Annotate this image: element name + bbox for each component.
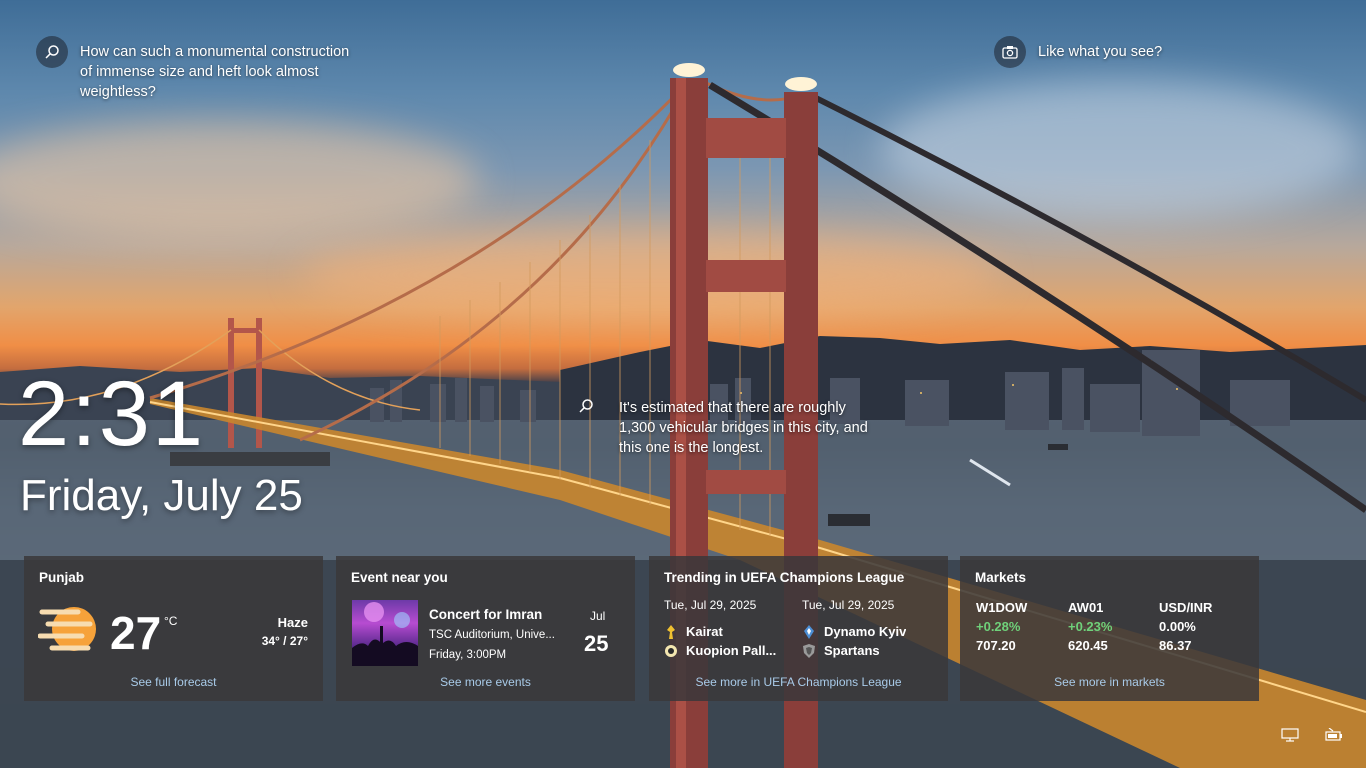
match-team: Kairat — [664, 622, 794, 641]
kuopion-badge-icon — [665, 644, 677, 657]
markets-card[interactable]: Markets W1DOW +0.28% 707.20 AW01 +0.23% … — [960, 556, 1259, 701]
market-item-w1dow[interactable]: W1DOW +0.28% 707.20 — [976, 598, 1027, 655]
lock-time: 2:31 — [18, 363, 206, 465]
spotlight-question[interactable]: How can such a monumental construction o… — [36, 36, 356, 102]
weather-card[interactable]: Punjab 27 °C Haze 34° / 27° See full for… — [24, 556, 323, 701]
market-value: 86.37 — [1159, 638, 1192, 653]
camera-icon — [994, 36, 1026, 68]
haze-sun-icon — [37, 602, 100, 660]
search-icon — [36, 36, 68, 68]
kairat-badge-icon — [667, 624, 675, 639]
dynamo-kyiv-badge-icon — [804, 624, 814, 639]
event-name: Concert for Imran — [429, 607, 543, 622]
trending-card[interactable]: Trending in UEFA Champions League Tue, J… — [649, 556, 948, 701]
weather-range: 34° / 27° — [261, 634, 308, 648]
weather-unit: °C — [164, 614, 178, 628]
match-team: Kuopion Pall... — [664, 641, 794, 660]
match-team: Spartans — [802, 641, 932, 660]
match-date: Tue, Jul 29, 2025 — [664, 598, 757, 612]
match-1[interactable]: Tue, Jul 29, 2025 Kairat Kuopion Pall... — [664, 598, 794, 660]
spotlight-question-text: How can such a monumental construction o… — [80, 44, 350, 100]
like-what-you-see[interactable]: Like what you see? — [994, 36, 1163, 68]
match-team: Dynamo Kyiv — [802, 622, 932, 641]
see-full-forecast-link[interactable]: See full forecast — [24, 675, 323, 689]
trending-title: Trending in UEFA Champions League — [664, 570, 905, 585]
event-day: 25 — [584, 631, 609, 656]
market-change: +0.28% — [976, 619, 1021, 634]
weather-condition: Haze — [277, 615, 308, 630]
market-item-usd-inr[interactable]: USD/INR 0.00% 86.37 — [1159, 598, 1212, 655]
concert-thumbnail — [352, 600, 418, 666]
weather-location: Punjab — [39, 570, 85, 585]
market-value: 707.20 — [976, 638, 1016, 653]
spartans-badge-icon — [803, 643, 815, 658]
network-icon[interactable] — [1281, 728, 1299, 742]
search-icon — [577, 397, 595, 415]
event-card[interactable]: Event near you Concert for Imran TSC Aud… — [336, 556, 635, 701]
spotlight-fact[interactable]: It's estimated that there are roughly 1,… — [577, 398, 877, 458]
event-card-title: Event near you — [351, 570, 448, 585]
see-more-in-markets-link[interactable]: See more in markets — [960, 675, 1259, 689]
event-venue: TSC Auditorium, Unive... — [429, 629, 555, 641]
event-month: Jul — [590, 609, 606, 623]
markets-title: Markets — [975, 570, 1027, 585]
match-2[interactable]: Tue, Jul 29, 2025 Dynamo Kyiv Spartans — [802, 598, 932, 660]
battery-icon[interactable] — [1325, 727, 1343, 742]
match-date: Tue, Jul 29, 2025 — [802, 598, 895, 612]
spotlight-fact-text: It's estimated that there are roughly 1,… — [619, 400, 868, 456]
market-item-aw01[interactable]: AW01 +0.23% 620.45 — [1068, 598, 1112, 655]
market-change: +0.23% — [1068, 619, 1113, 634]
market-symbol: USD/INR — [1159, 600, 1213, 615]
market-symbol: AW01 — [1068, 600, 1104, 615]
see-more-events-link[interactable]: See more events — [336, 675, 635, 689]
event-time: Friday, 3:00PM — [429, 649, 507, 661]
weather-temperature: 27 — [110, 607, 162, 659]
lock-date: Friday, July 25 — [20, 471, 303, 520]
market-symbol: W1DOW — [976, 600, 1028, 615]
see-more-champions-league-link[interactable]: See more in UEFA Champions League — [649, 675, 948, 689]
market-change: 0.00% — [1159, 619, 1196, 634]
like-what-you-see-text: Like what you see? — [1038, 44, 1163, 60]
market-value: 620.45 — [1068, 638, 1108, 653]
